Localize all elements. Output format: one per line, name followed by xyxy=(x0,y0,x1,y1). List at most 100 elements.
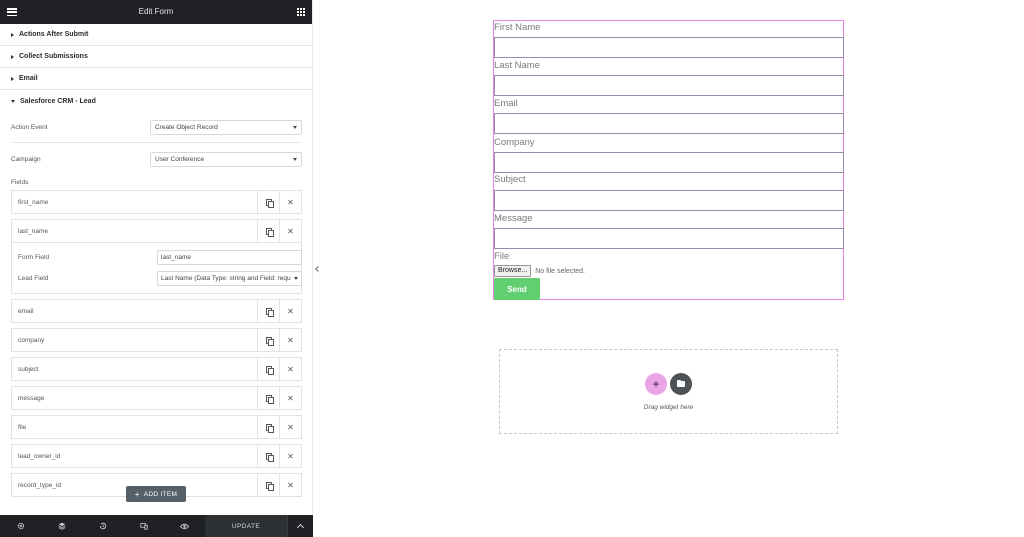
gear-icon xyxy=(17,522,24,530)
remove-button[interactable]: ✕ xyxy=(279,220,301,242)
section-salesforce-crm-lead[interactable]: Salesforce CRM - Lead xyxy=(0,90,313,112)
copy-icon xyxy=(265,336,274,346)
remove-button[interactable]: ✕ xyxy=(279,387,301,409)
settings-button[interactable] xyxy=(0,515,41,537)
copy-icon xyxy=(265,394,274,404)
close-icon: ✕ xyxy=(287,335,294,345)
form-field-label: Form Field xyxy=(18,254,50,261)
email-input[interactable] xyxy=(494,113,844,134)
repeater-item-title[interactable]: first_name xyxy=(12,199,257,206)
repeater-item-title[interactable]: subject xyxy=(12,366,257,373)
plus-icon: + xyxy=(652,377,660,391)
remove-button[interactable]: ✕ xyxy=(279,191,301,213)
action-event-label: Action Event xyxy=(11,123,48,131)
form-field-value: last_name xyxy=(161,254,191,261)
section-collect-submissions[interactable]: Collect Submissions xyxy=(0,46,313,68)
campaign-control: Campaign User Conference xyxy=(0,143,313,175)
last-name-input[interactable] xyxy=(494,75,844,96)
repeater-item-message: message ✕ xyxy=(11,386,302,410)
subject-input[interactable] xyxy=(494,190,844,211)
responsive-mode-button[interactable] xyxy=(123,515,164,537)
chevron-up-icon xyxy=(296,523,305,532)
panel-title: Edit Form xyxy=(138,7,174,16)
send-button[interactable]: Send xyxy=(494,278,540,300)
lead-field-select[interactable]: Last Name (Data Type: string and Field: … xyxy=(157,271,302,286)
close-icon: ✕ xyxy=(287,306,294,316)
form-field-input[interactable]: last_name xyxy=(157,250,302,265)
close-icon: ✕ xyxy=(287,197,294,207)
duplicate-button[interactable] xyxy=(257,300,279,322)
duplicate-button[interactable] xyxy=(257,220,279,242)
duplicate-button[interactable] xyxy=(257,191,279,213)
section-label: Collect Submissions xyxy=(19,53,88,60)
copy-icon xyxy=(265,365,274,375)
file-label: File xyxy=(494,251,510,262)
menu-icon[interactable] xyxy=(7,8,17,16)
first-name-label: First Name xyxy=(494,22,541,33)
repeater-item-email: email ✕ xyxy=(11,299,302,323)
editor-app: Edit Form Actions After Submit Collect S… xyxy=(0,0,1024,537)
remove-button[interactable]: ✕ xyxy=(279,358,301,380)
repeater-item-title[interactable]: last_name xyxy=(12,228,257,235)
repeater-item-title[interactable]: message xyxy=(12,395,257,402)
duplicate-button[interactable] xyxy=(257,329,279,351)
repeater-item-title[interactable]: lead_owner_id xyxy=(12,453,257,460)
folder-icon xyxy=(677,379,685,387)
remove-button[interactable]: ✕ xyxy=(279,474,301,496)
campaign-label: Campaign xyxy=(11,155,41,163)
company-input[interactable] xyxy=(494,152,844,173)
last-name-label: Last Name xyxy=(494,60,540,71)
history-button[interactable] xyxy=(82,515,123,537)
remove-button[interactable]: ✕ xyxy=(279,329,301,351)
plus-icon: + xyxy=(134,489,140,499)
lead-field-label: Lead Field xyxy=(18,275,49,282)
chevron-left-icon xyxy=(314,266,321,272)
duplicate-button[interactable] xyxy=(257,416,279,438)
file-upload: Browse... No file selected. xyxy=(494,265,585,277)
add-item-button[interactable]: + ADD ITEM xyxy=(126,486,186,502)
browse-button[interactable]: Browse... xyxy=(494,265,532,277)
update-button[interactable]: UPDATE xyxy=(205,515,287,537)
section-email[interactable]: Email xyxy=(0,68,313,90)
section-actions-after-submit[interactable]: Actions After Submit xyxy=(0,24,313,46)
collapse-panel-button[interactable] xyxy=(313,258,322,280)
duplicate-button[interactable] xyxy=(257,358,279,380)
remove-button[interactable]: ✕ xyxy=(279,416,301,438)
navigator-button[interactable] xyxy=(41,515,82,537)
action-event-select[interactable]: Create Object Record xyxy=(150,119,302,135)
no-file-text: No file selected. xyxy=(535,267,585,275)
form-widget[interactable]: First Name Last Name Email Company Subje… xyxy=(493,20,844,300)
close-icon: ✕ xyxy=(287,226,294,236)
action-event-control: Action Event Create Object Record xyxy=(0,112,313,142)
close-icon: ✕ xyxy=(287,451,294,461)
company-label: Company xyxy=(494,137,535,148)
campaign-select[interactable]: User Conference xyxy=(150,151,302,167)
copy-icon xyxy=(265,307,274,317)
email-label: Email xyxy=(494,98,518,109)
lead-field-control: Lead Field Last Name (Data Type: string … xyxy=(18,268,302,289)
repeater-item-title[interactable]: company xyxy=(12,337,257,344)
duplicate-button[interactable] xyxy=(257,445,279,467)
panel-content: Actions After Submit Collect Submissions… xyxy=(0,24,313,515)
fields-label: Fields xyxy=(11,179,29,186)
chevron-down-icon xyxy=(294,277,298,280)
message-input[interactable] xyxy=(494,228,844,249)
remove-button[interactable]: ✕ xyxy=(279,445,301,467)
drop-zone[interactable]: + Drag widget here xyxy=(499,349,838,434)
subject-label: Subject xyxy=(494,174,526,185)
section-label: Actions After Submit xyxy=(19,31,89,38)
first-name-input[interactable] xyxy=(494,37,844,58)
repeater-item-title[interactable]: email xyxy=(12,308,257,315)
duplicate-button[interactable] xyxy=(257,387,279,409)
repeater-item-title[interactable]: file xyxy=(12,424,257,431)
action-event-value: Create Object Record xyxy=(155,123,218,131)
caret-right-icon xyxy=(11,76,14,81)
update-options-button[interactable] xyxy=(287,515,313,537)
remove-button[interactable]: ✕ xyxy=(279,300,301,322)
widgets-grid-icon[interactable] xyxy=(297,8,305,16)
duplicate-button[interactable] xyxy=(257,474,279,496)
add-template-button[interactable] xyxy=(670,373,692,395)
update-label: UPDATE xyxy=(231,522,261,530)
preview-button[interactable] xyxy=(164,515,205,537)
add-section-button[interactable]: + xyxy=(645,373,667,395)
